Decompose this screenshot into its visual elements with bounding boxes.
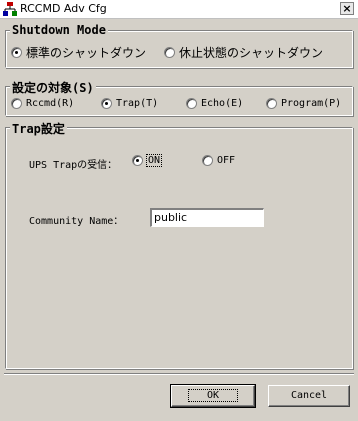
trap-on-label: ON (145, 154, 163, 167)
close-icon: × (342, 2, 352, 15)
target-echo-radio[interactable]: Echo(E) (186, 98, 243, 109)
target-trap-radio[interactable]: Trap(T) (101, 98, 158, 109)
target-rccmd-label: Rccmd(R) (26, 98, 75, 109)
trap-on-radio[interactable]: ON (132, 154, 163, 167)
trap-settings-group: Trap設定 UPS Trapの受信： ON OFF Community Nam… (5, 120, 353, 369)
target-group: 設定の対象(S) Rccmd(R) Trap(T) Echo(E) Progra… (5, 79, 353, 116)
community-name-label: Community Name： (29, 216, 124, 227)
target-trap-label: Trap(T) (116, 98, 159, 109)
radio-indicator[interactable] (101, 98, 112, 109)
trap-off-radio[interactable]: OFF (202, 155, 235, 166)
ups-trap-receive-label: UPS Trapの受信： (29, 160, 118, 171)
target-legend: 設定の対象(S) (10, 79, 96, 96)
target-rccmd-radio[interactable]: Rccmd(R) (11, 98, 74, 109)
radio-indicator[interactable] (186, 98, 197, 109)
button-separator (4, 373, 354, 375)
community-name-input[interactable]: public (150, 208, 264, 227)
cancel-button[interactable]: Cancel (268, 385, 350, 407)
shutdown-hibernate-radio[interactable]: 休止状態のシャットダウン (164, 44, 323, 61)
radio-indicator[interactable] (11, 47, 22, 58)
shutdown-standard-radio[interactable]: 標準のシャットダウン (11, 44, 146, 61)
network-app-icon (3, 2, 17, 16)
target-echo-label: Echo(E) (201, 98, 244, 109)
shutdown-standard-label: 標準のシャットダウン (26, 46, 147, 60)
trap-settings-legend: Trap設定 (10, 120, 67, 137)
radio-indicator[interactable] (266, 98, 277, 109)
close-button[interactable]: × (340, 2, 354, 15)
shutdown-mode-group: Shutdown Mode 標準のシャットダウン 休止状態のシャットダウン (5, 23, 353, 68)
cancel-button-label: Cancel (290, 390, 328, 401)
radio-indicator[interactable] (202, 155, 213, 166)
radio-indicator[interactable] (11, 98, 22, 109)
radio-indicator[interactable] (132, 155, 143, 166)
window-title: RCCMD Adv Cfg (20, 2, 107, 15)
title-bar[interactable]: RCCMD Adv Cfg × (0, 0, 358, 19)
ok-button[interactable]: OK (170, 384, 256, 408)
shutdown-mode-legend: Shutdown Mode (10, 23, 108, 37)
ok-button-label: OK (187, 389, 239, 402)
shutdown-hibernate-label: 休止状態のシャットダウン (179, 46, 324, 60)
trap-off-label: OFF (217, 155, 236, 166)
target-program-label: Program(P) (281, 98, 342, 109)
dialog-window: RCCMD Adv Cfg × Shutdown Mode 標準のシャットダウン… (0, 0, 358, 421)
radio-indicator[interactable] (164, 47, 175, 58)
community-name-value: public (154, 211, 188, 224)
target-program-radio[interactable]: Program(P) (266, 98, 341, 109)
